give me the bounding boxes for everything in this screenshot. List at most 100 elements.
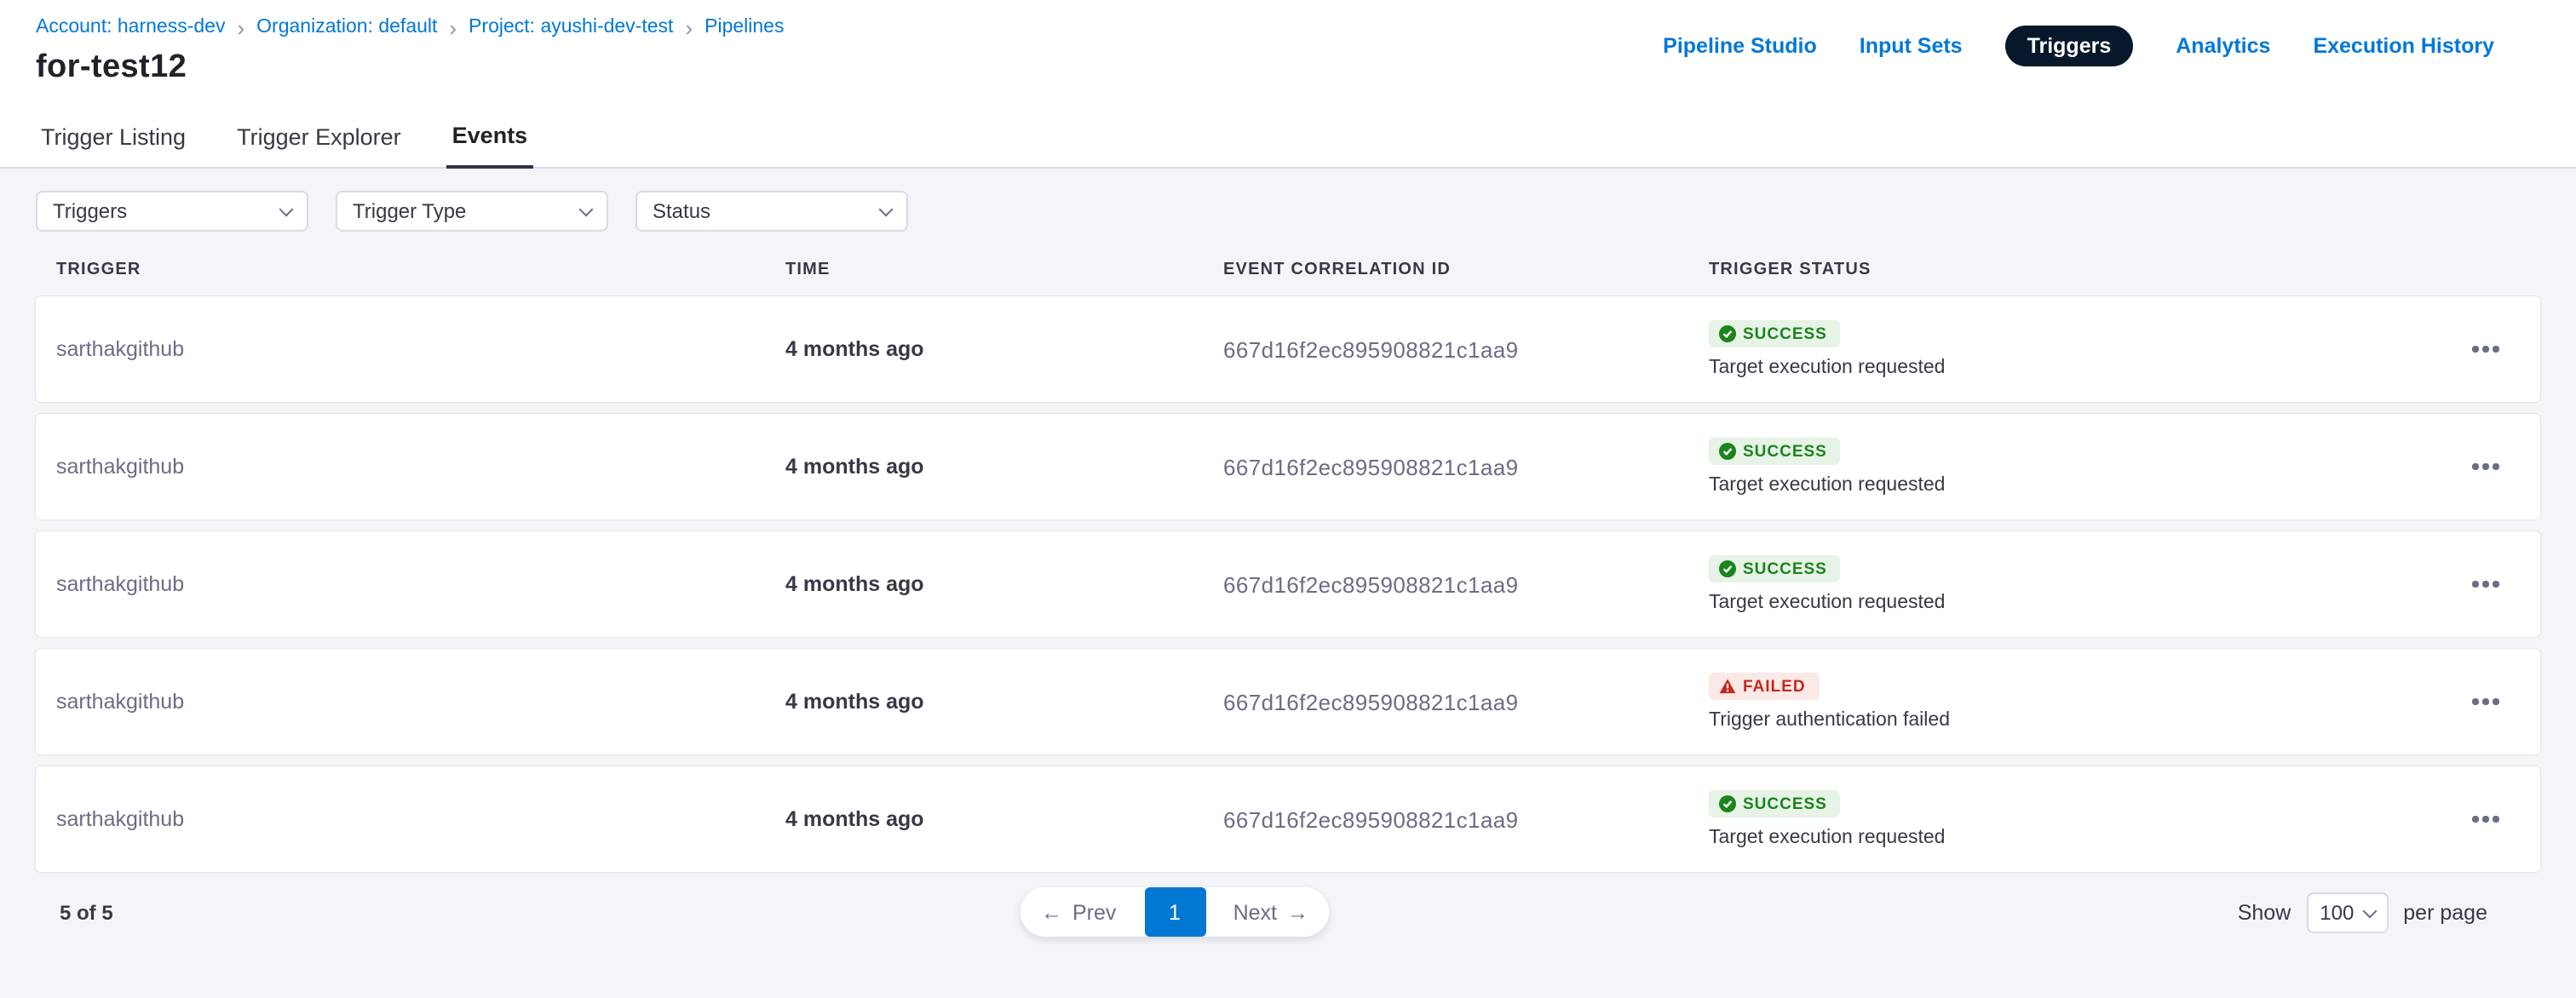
triggers-events-page: Account: harness-dev › Organization: def… [0, 0, 2576, 998]
breadcrumb-pipelines[interactable]: Pipelines [704, 17, 784, 37]
event-time: 4 months ago [785, 337, 1223, 361]
ellipsis-icon [2473, 582, 2499, 588]
breadcrumb-project[interactable]: Project: ayushi-dev-test [469, 17, 673, 37]
status-badge: SUCCESS [1709, 790, 1841, 817]
check-circle-icon [1719, 443, 1736, 460]
breadcrumb-account[interactable]: Account: harness-dev [36, 17, 225, 37]
row-menu-button[interactable] [2458, 439, 2513, 494]
row-menu-button[interactable] [2458, 674, 2513, 729]
event-time: 4 months ago [785, 807, 1223, 831]
chevron-right-icon: › [449, 18, 457, 37]
column-header-event-correlation-id: EVENT CORRELATION ID [1223, 260, 1709, 278]
tab-events[interactable]: Events [447, 106, 533, 169]
check-circle-icon [1719, 795, 1736, 812]
table-row[interactable]: sarthakgithub 4 months ago 667d16f2ec895… [36, 531, 2540, 637]
nav-pipeline-studio[interactable]: Pipeline Studio [1663, 34, 1817, 58]
event-correlation-id: 667d16f2ec895908821c1aa9 [1223, 336, 1709, 362]
results-summary: 5 of 5 [60, 901, 113, 925]
event-time: 4 months ago [785, 572, 1223, 596]
breadcrumb-organization[interactable]: Organization: default [256, 17, 437, 37]
table-row[interactable]: sarthakgithub 4 months ago 667d16f2ec895… [36, 414, 2540, 519]
status-filter-dropdown[interactable]: Status [635, 191, 908, 232]
ellipsis-icon [2473, 699, 2499, 705]
arrow-right-icon: → [1287, 900, 1308, 924]
pagination-bar: 5 of 5 ← Prev 1 Next → Show 100 per page [0, 887, 2576, 938]
status-badge-label: SUCCESS [1743, 324, 1827, 343]
row-menu-button[interactable] [2458, 557, 2513, 611]
nav-triggers[interactable]: Triggers [2005, 26, 2134, 66]
trigger-status-cell: SUCCESS Target execution requested [1709, 320, 2458, 378]
nav-analytics[interactable]: Analytics [2176, 34, 2270, 58]
per-page-label: per page [2403, 901, 2487, 925]
prev-label: Prev [1072, 900, 1116, 924]
warning-icon [1719, 678, 1736, 695]
arrow-left-icon: ← [1041, 900, 1062, 924]
trigger-name: sarthakgithub [56, 807, 785, 831]
ellipsis-icon [2473, 347, 2499, 353]
show-label: Show [2238, 901, 2291, 925]
row-menu-button[interactable] [2458, 792, 2513, 846]
status-badge-label: FAILED [1743, 677, 1806, 696]
status-badge: SUCCESS [1709, 555, 1841, 582]
row-menu-button[interactable] [2458, 322, 2513, 376]
tab-trigger-listing[interactable]: Trigger Listing [36, 106, 191, 167]
trigger-status-cell: SUCCESS Target execution requested [1709, 790, 2458, 848]
status-badge: SUCCESS [1709, 320, 1841, 347]
ellipsis-icon [2473, 817, 2499, 823]
trigger-name: sarthakgithub [56, 455, 785, 479]
table-row[interactable]: sarthakgithub 4 months ago 667d16f2ec895… [36, 649, 2540, 754]
trigger-name: sarthakgithub [56, 337, 785, 361]
tab-bar: Trigger Listing Trigger Explorer Events [0, 106, 2576, 169]
chevron-down-icon [579, 202, 594, 216]
check-circle-icon [1719, 325, 1736, 342]
filter-label: Status [653, 199, 710, 223]
event-correlation-id: 667d16f2ec895908821c1aa9 [1223, 571, 1709, 597]
check-circle-icon [1719, 560, 1736, 577]
next-page-button[interactable]: Next → [1213, 900, 1329, 924]
table-row[interactable]: sarthakgithub 4 months ago 667d16f2ec895… [36, 296, 2540, 402]
status-badge: FAILED [1709, 673, 1820, 700]
status-message: Target execution requested [1709, 475, 1945, 496]
nav-execution-history[interactable]: Execution History [2313, 34, 2494, 58]
page-number-button[interactable]: 1 [1144, 887, 1205, 937]
filters-bar: Triggers Trigger Type Status [36, 191, 2540, 232]
status-message: Target execution requested [1709, 593, 1945, 613]
trigger-type-filter-dropdown[interactable]: Trigger Type [336, 191, 608, 232]
column-header-time: TIME [785, 260, 1223, 278]
column-header-trigger-status: TRIGGER STATUS [1709, 260, 2458, 278]
chevron-right-icon: › [237, 18, 244, 37]
status-badge-label: SUCCESS [1743, 559, 1827, 578]
trigger-status-cell: FAILED Trigger authentication failed [1709, 673, 2458, 731]
ellipsis-icon [2473, 464, 2499, 470]
triggers-filter-dropdown[interactable]: Triggers [36, 191, 308, 232]
page-size-select[interactable]: 100 [2306, 892, 2388, 933]
status-badge: SUCCESS [1709, 438, 1841, 465]
trigger-status-cell: SUCCESS Target execution requested [1709, 555, 2458, 613]
events-content: Triggers Trigger Type Status TRIGGER TIM… [0, 169, 2576, 872]
chevron-right-icon: › [685, 18, 693, 37]
pager: ← Prev 1 Next → [1021, 887, 1329, 937]
table-row[interactable]: sarthakgithub 4 months ago 667d16f2ec895… [36, 766, 2540, 872]
filter-label: Trigger Type [353, 199, 466, 223]
page-size-value: 100 [2320, 901, 2354, 925]
chevron-down-icon [879, 202, 894, 216]
next-label: Next [1233, 900, 1277, 924]
status-message: Trigger authentication failed [1709, 710, 1950, 731]
prev-page-button[interactable]: ← Prev [1021, 900, 1136, 924]
status-badge-label: SUCCESS [1743, 442, 1827, 461]
status-message: Target execution requested [1709, 828, 1945, 848]
page-size-controls: Show 100 per page [2238, 892, 2487, 933]
trigger-status-cell: SUCCESS Target execution requested [1709, 438, 2458, 496]
event-time: 4 months ago [785, 690, 1223, 714]
nav-input-sets[interactable]: Input Sets [1860, 34, 1963, 58]
page-header: Account: harness-dev › Organization: def… [0, 0, 2576, 106]
tab-trigger-explorer[interactable]: Trigger Explorer [232, 106, 406, 167]
chevron-down-icon [2362, 903, 2377, 918]
filter-label: Triggers [53, 199, 127, 223]
chevron-down-icon [279, 202, 294, 216]
event-correlation-id: 667d16f2ec895908821c1aa9 [1223, 806, 1709, 832]
column-header-trigger: TRIGGER [56, 260, 785, 278]
event-time: 4 months ago [785, 455, 1223, 479]
table-header-row: TRIGGER TIME EVENT CORRELATION ID TRIGGE… [36, 259, 2540, 279]
trigger-name: sarthakgithub [56, 690, 785, 714]
